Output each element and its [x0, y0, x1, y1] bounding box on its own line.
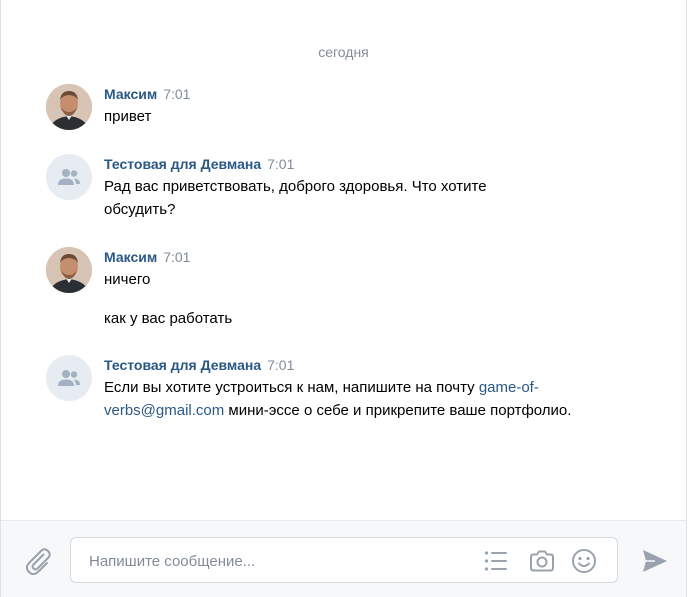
message-body: Максим 7:01 привет — [104, 84, 666, 128]
message-body: Тестовая для Девмана 7:01 Если вы хотите … — [104, 355, 666, 422]
bot-keyboard-button[interactable] — [483, 548, 509, 574]
message-text-part: мини-эссе о себе и прикрепите ваше портф… — [224, 402, 572, 419]
author-name[interactable]: Тестовая для Девмана — [104, 357, 261, 373]
author-name[interactable]: Тестовая для Девмана — [104, 156, 261, 172]
camera-button[interactable] — [529, 548, 555, 574]
chat-window: сегодня Максим 7:01 привет Тестовая для … — [0, 0, 687, 597]
avatar[interactable] — [46, 154, 92, 200]
message-header: Тестовая для Девмана 7:01 — [104, 154, 666, 174]
message-composer — [1, 520, 686, 597]
bot-keyboard-icon — [484, 551, 507, 571]
date-divider: сегодня — [318, 44, 369, 60]
community-icon — [58, 169, 80, 185]
community-icon — [58, 370, 80, 386]
message-body: Максим 7:01 ничего как у вас работать — [104, 247, 666, 330]
user-photo-icon — [46, 84, 92, 130]
message-text: ничего — [104, 271, 151, 288]
message-text: Рад вас приветствовать, доброго здоровья… — [104, 178, 487, 218]
message-time[interactable]: 7:01 — [267, 357, 294, 373]
avatar[interactable] — [46, 247, 92, 293]
attach-button[interactable] — [23, 545, 53, 576]
message-header: Максим 7:01 — [104, 84, 666, 104]
message-text: привет — [104, 108, 152, 125]
user-photo-icon — [46, 247, 92, 293]
avatar[interactable] — [46, 84, 92, 130]
camera-icon — [530, 550, 554, 572]
message-text-part: Если вы хотите устроиться к нам, напишит… — [104, 379, 479, 396]
message-time[interactable]: 7:01 — [163, 86, 190, 102]
send-button[interactable] — [641, 548, 669, 574]
paperclip-icon — [25, 548, 51, 576]
message-text: как у вас работать — [104, 310, 233, 327]
message-text: Если вы хотите устроиться к нам, напишит… — [104, 376, 582, 422]
send-icon — [643, 550, 667, 572]
message-time[interactable]: 7:01 — [267, 156, 294, 172]
emoji-button[interactable] — [571, 548, 597, 574]
message-header: Максим 7:01 — [104, 247, 666, 267]
author-name[interactable]: Максим — [104, 86, 157, 102]
message-body: Тестовая для Девмана 7:01 Рад вас приветс… — [104, 154, 666, 221]
avatar[interactable] — [46, 355, 92, 401]
author-name[interactable]: Максим — [104, 249, 157, 265]
message-header: Тестовая для Девмана 7:01 — [104, 355, 666, 375]
message-input-box — [70, 537, 618, 584]
emoji-icon — [572, 549, 596, 573]
message-input[interactable] — [87, 538, 471, 584]
message-time[interactable]: 7:01 — [163, 249, 190, 265]
